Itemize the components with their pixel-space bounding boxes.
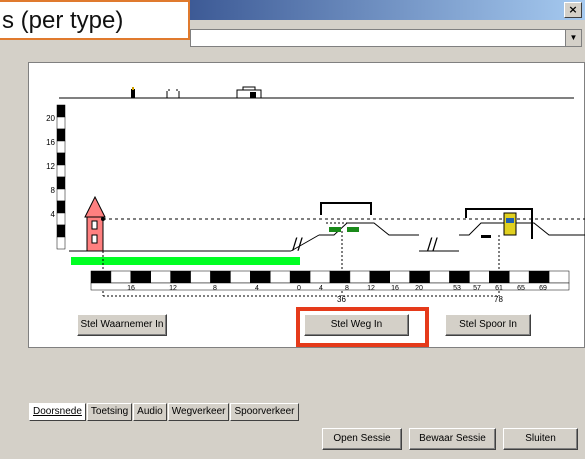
ruler-tick-label: 0 (297, 285, 301, 292)
road-screen (320, 202, 372, 215)
height-scale-segment (56, 152, 66, 166)
tram-window (506, 218, 514, 223)
ruler-segment (389, 270, 410, 284)
left-frame (0, 20, 8, 459)
car-icon (329, 227, 341, 232)
ruler-segment (469, 270, 490, 284)
ruler-segment (130, 270, 152, 284)
set-observer-button[interactable]: Stel Waarnemer In (77, 314, 167, 336)
tab-bar: Doorsnede Toetsing Audio Wegverkeer Spoo… (29, 403, 300, 421)
ruler-tick-label: 12 (169, 285, 177, 292)
ruler-segment (409, 270, 430, 284)
road-distance-label: 36 (337, 295, 346, 304)
ruler-segment (528, 270, 550, 284)
set-rail-button[interactable]: Stel Spoor In (445, 314, 531, 336)
ruler-segment (429, 270, 450, 284)
ruler-segment (170, 270, 191, 284)
height-scale-segment (56, 128, 66, 142)
height-scale-segment (56, 224, 66, 238)
ruler-segment (90, 270, 112, 284)
distant-building-top (132, 87, 134, 90)
observer-ground-band (71, 257, 300, 265)
cross-section-canvas: 20 16 12 8 4 // // 16 12 8 4 0 4 8 12 16… (28, 62, 585, 348)
rail-marker (481, 235, 491, 238)
height-scale-segment (56, 164, 66, 178)
ruler-tick-label: 65 (517, 285, 525, 292)
height-tick-label: 8 (51, 186, 56, 195)
ruler-segment (190, 270, 211, 284)
ruler-segment (270, 270, 291, 284)
ruler-segment (230, 270, 251, 284)
ruler-tick-label: 4 (255, 285, 259, 292)
height-tick-label: 16 (46, 138, 55, 147)
axis-break-icon: // (427, 234, 438, 253)
ruler-tick-label: 69 (539, 285, 547, 292)
distant-building-icon (166, 89, 180, 98)
height-scale (56, 104, 66, 250)
rail-catenary (465, 208, 533, 239)
height-tick-label: 4 (51, 210, 56, 219)
height-scale-segment (56, 104, 66, 118)
observer-house-icon (84, 195, 106, 218)
ruler-segment (449, 270, 470, 284)
ruler-tick-label: 16 (127, 285, 135, 292)
height-scale-segment (56, 140, 66, 154)
house-window (91, 234, 98, 244)
ruler-segment (548, 270, 570, 284)
ruler-tick-label: 8 (345, 285, 349, 292)
height-scale-segment (56, 116, 66, 130)
ruler-segment (489, 270, 510, 284)
ruler-segment (349, 270, 371, 284)
height-tick-label: 20 (46, 114, 55, 123)
tab-wegverkeer[interactable]: Wegverkeer (167, 403, 230, 421)
distant-building-icon (131, 89, 135, 98)
car-icon (347, 227, 359, 232)
callout-label: s (per type) (0, 0, 190, 40)
ruler-segment (309, 270, 331, 284)
chevron-down-icon[interactable]: ▼ (565, 30, 581, 46)
rail-distance-label: 78 (494, 295, 503, 304)
ruler-segment (250, 270, 271, 284)
ruler-segment (110, 270, 132, 284)
ruler-segment (150, 270, 171, 284)
save-session-button[interactable]: Bewaar Sessie (409, 428, 496, 450)
height-scale-segment (56, 236, 66, 250)
ruler-tick-label: 57 (473, 285, 481, 292)
house-window (91, 220, 98, 230)
ruler-tick-label: 12 (367, 285, 375, 292)
tab-audio[interactable]: Audio (133, 403, 167, 421)
view-select[interactable]: ▼ (190, 29, 582, 47)
ruler-segment (509, 270, 530, 284)
ruler-tick-label: 4 (319, 285, 323, 292)
height-scale-segment (56, 188, 66, 202)
highlight-box (296, 307, 429, 347)
ruler-tick-label: 16 (391, 285, 399, 292)
tab-toetsing[interactable]: Toetsing (86, 403, 133, 421)
height-tick-label: 12 (46, 162, 55, 171)
ruler-segment (329, 270, 351, 284)
tab-doorsnede[interactable]: Doorsnede (29, 403, 86, 421)
ruler-segment (289, 270, 311, 284)
ruler-segment (210, 270, 231, 284)
height-scale-segment (56, 212, 66, 226)
height-scale-segment (56, 176, 66, 190)
open-session-button[interactable]: Open Sessie (322, 428, 402, 450)
ruler-tick-label: 20 (415, 285, 423, 292)
close-button[interactable]: × (564, 2, 582, 18)
height-scale-segment (56, 200, 66, 214)
height-scale-labels: 20 16 12 8 4 (46, 114, 55, 219)
distant-building-window (250, 92, 256, 98)
ruler-tick-label: 61 (495, 285, 503, 292)
ruler-segment (369, 270, 391, 284)
axis-break-icon: // (292, 234, 303, 253)
distant-building-icon (236, 86, 262, 98)
ruler-tick-label: 53 (453, 285, 461, 292)
close-button-footer[interactable]: Sluiten (503, 428, 578, 450)
ruler-tick-label: 8 (213, 285, 217, 292)
tab-spoorverkeer[interactable]: Spoorverkeer (230, 403, 299, 421)
tram-icon (503, 212, 517, 236)
